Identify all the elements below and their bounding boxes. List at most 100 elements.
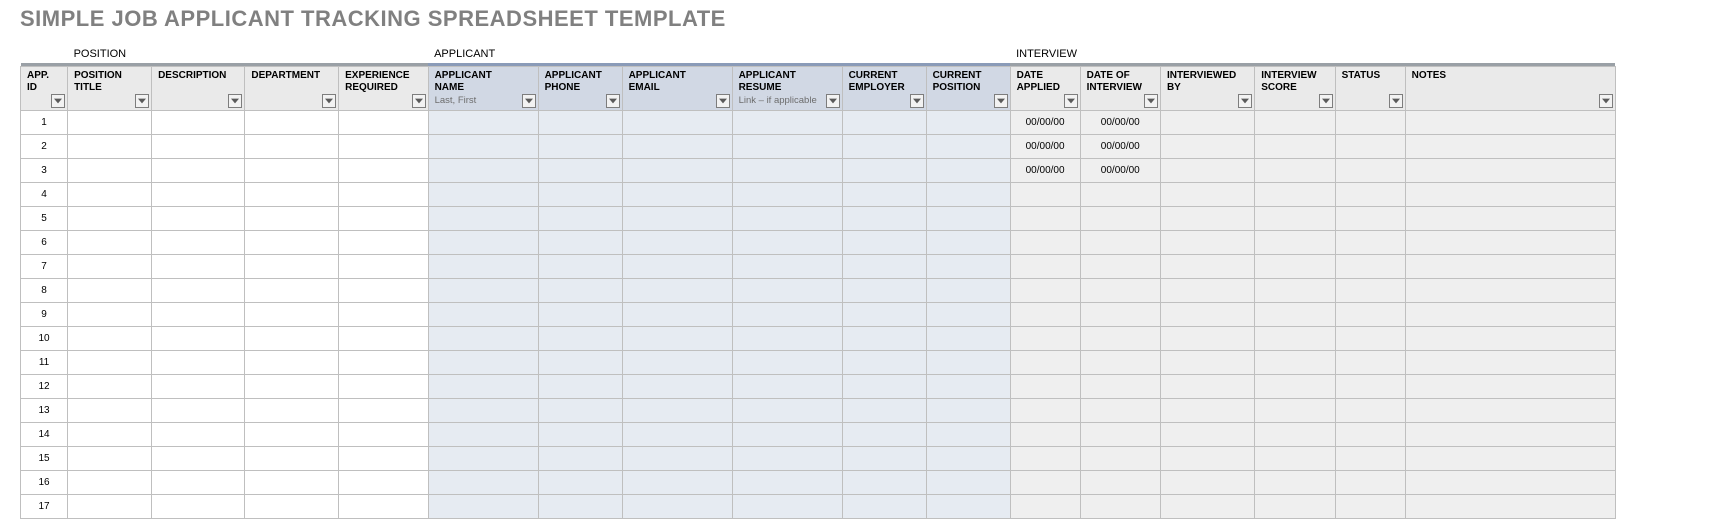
cell-date-applied[interactable] (1010, 470, 1080, 494)
cell-position-title[interactable] (68, 350, 152, 374)
cell-position-title[interactable] (68, 158, 152, 182)
cell-app-id[interactable]: 10 (21, 326, 68, 350)
cell-description[interactable] (152, 302, 245, 326)
cell-department[interactable] (245, 374, 339, 398)
cell-app-name[interactable] (428, 398, 538, 422)
cell-interview-by[interactable] (1160, 206, 1254, 230)
cell-cur-employer[interactable] (842, 326, 926, 350)
cell-cur-position[interactable] (926, 134, 1010, 158)
cell-position-title[interactable] (68, 134, 152, 158)
cell-app-resume[interactable] (732, 350, 842, 374)
cell-date-applied[interactable] (1010, 374, 1080, 398)
cell-description[interactable] (152, 206, 245, 230)
cell-interview-by[interactable] (1160, 446, 1254, 470)
cell-app-id[interactable]: 7 (21, 254, 68, 278)
cell-status[interactable] (1335, 470, 1405, 494)
cell-cur-employer[interactable] (842, 398, 926, 422)
cell-department[interactable] (245, 278, 339, 302)
cell-position-title[interactable] (68, 422, 152, 446)
cell-app-email[interactable] (622, 446, 732, 470)
column-header-experience[interactable]: EXPERIENCE REQUIRED (339, 66, 428, 110)
column-header-app-name[interactable]: APPLICANT NAMELast, First (428, 66, 538, 110)
cell-position-title[interactable] (68, 182, 152, 206)
cell-app-id[interactable]: 11 (21, 350, 68, 374)
cell-app-name[interactable] (428, 494, 538, 518)
cell-experience[interactable] (339, 470, 428, 494)
cell-app-name[interactable] (428, 302, 538, 326)
cell-date-applied[interactable] (1010, 254, 1080, 278)
filter-dropdown-icon[interactable] (1064, 94, 1078, 108)
cell-app-resume[interactable] (732, 446, 842, 470)
cell-date-applied[interactable] (1010, 182, 1080, 206)
cell-interview-score[interactable] (1255, 206, 1335, 230)
cell-cur-employer[interactable] (842, 302, 926, 326)
cell-interview-score[interactable] (1255, 446, 1335, 470)
cell-experience[interactable] (339, 134, 428, 158)
cell-cur-employer[interactable] (842, 350, 926, 374)
cell-notes[interactable] (1405, 158, 1615, 182)
cell-cur-employer[interactable] (842, 230, 926, 254)
cell-cur-position[interactable] (926, 398, 1010, 422)
filter-dropdown-icon[interactable] (135, 94, 149, 108)
cell-experience[interactable] (339, 158, 428, 182)
cell-interview-score[interactable] (1255, 470, 1335, 494)
cell-app-phone[interactable] (538, 470, 622, 494)
cell-status[interactable] (1335, 254, 1405, 278)
cell-department[interactable] (245, 230, 339, 254)
cell-department[interactable] (245, 350, 339, 374)
cell-position-title[interactable] (68, 302, 152, 326)
cell-app-id[interactable]: 2 (21, 134, 68, 158)
cell-position-title[interactable] (68, 326, 152, 350)
cell-experience[interactable] (339, 278, 428, 302)
cell-experience[interactable] (339, 110, 428, 134)
cell-app-name[interactable] (428, 326, 538, 350)
cell-interview-score[interactable] (1255, 230, 1335, 254)
cell-interview-by[interactable] (1160, 110, 1254, 134)
cell-experience[interactable] (339, 254, 428, 278)
cell-cur-position[interactable] (926, 230, 1010, 254)
cell-position-title[interactable] (68, 398, 152, 422)
cell-app-resume[interactable] (732, 374, 842, 398)
cell-app-name[interactable] (428, 134, 538, 158)
cell-app-id[interactable]: 17 (21, 494, 68, 518)
cell-app-email[interactable] (622, 134, 732, 158)
column-header-date-applied[interactable]: DATE APPLIED (1010, 66, 1080, 110)
cell-date-interview[interactable] (1080, 182, 1160, 206)
cell-app-email[interactable] (622, 302, 732, 326)
cell-cur-position[interactable] (926, 182, 1010, 206)
cell-cur-employer[interactable] (842, 110, 926, 134)
cell-cur-position[interactable] (926, 254, 1010, 278)
cell-date-applied[interactable]: 00/00/00 (1010, 158, 1080, 182)
cell-description[interactable] (152, 230, 245, 254)
cell-interview-score[interactable] (1255, 278, 1335, 302)
cell-app-resume[interactable] (732, 182, 842, 206)
cell-notes[interactable] (1405, 374, 1615, 398)
cell-description[interactable] (152, 134, 245, 158)
column-header-app-phone[interactable]: APPLICANT PHONE (538, 66, 622, 110)
cell-cur-position[interactable] (926, 326, 1010, 350)
cell-status[interactable] (1335, 374, 1405, 398)
cell-interview-score[interactable] (1255, 158, 1335, 182)
cell-app-resume[interactable] (732, 134, 842, 158)
cell-app-phone[interactable] (538, 134, 622, 158)
cell-app-resume[interactable] (732, 254, 842, 278)
filter-dropdown-icon[interactable] (1389, 94, 1403, 108)
cell-app-phone[interactable] (538, 254, 622, 278)
cell-app-phone[interactable] (538, 278, 622, 302)
cell-cur-position[interactable] (926, 206, 1010, 230)
cell-experience[interactable] (339, 398, 428, 422)
cell-date-interview[interactable]: 00/00/00 (1080, 158, 1160, 182)
cell-position-title[interactable] (68, 230, 152, 254)
column-header-cur-employer[interactable]: CURRENT EMPLOYER (842, 66, 926, 110)
cell-description[interactable] (152, 446, 245, 470)
cell-app-phone[interactable] (538, 398, 622, 422)
cell-interview-by[interactable] (1160, 422, 1254, 446)
filter-dropdown-icon[interactable] (522, 94, 536, 108)
cell-cur-position[interactable] (926, 422, 1010, 446)
cell-description[interactable] (152, 326, 245, 350)
cell-app-name[interactable] (428, 206, 538, 230)
cell-notes[interactable] (1405, 302, 1615, 326)
cell-department[interactable] (245, 206, 339, 230)
cell-interview-score[interactable] (1255, 398, 1335, 422)
cell-interview-score[interactable] (1255, 374, 1335, 398)
